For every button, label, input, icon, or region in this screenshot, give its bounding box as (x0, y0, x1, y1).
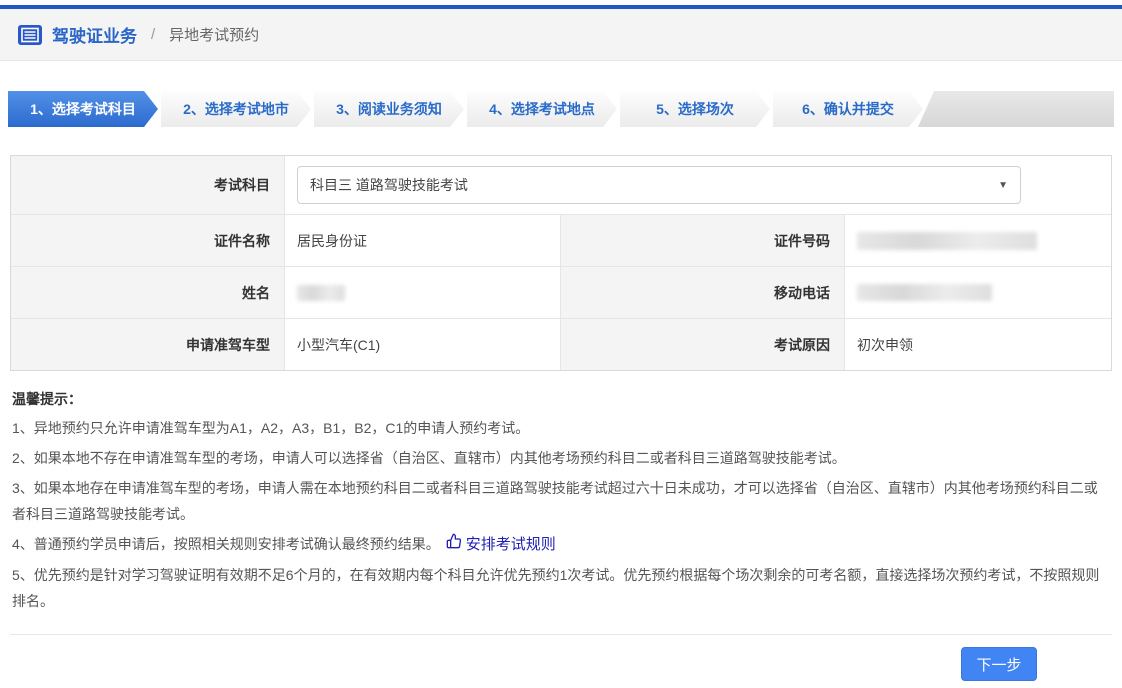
tip-item-1: 1、异地预约只允许申请准驾车型为A1，A2，A3，B1，B2，C1的申请人预约考… (12, 420, 530, 436)
id-type-label: 证件名称 (11, 214, 284, 266)
step-tab-4-select-site: 4、选择考试地点 (467, 91, 617, 127)
mobile-label: 移动电话 (561, 266, 844, 318)
step-tab-3-read-notice: 3、阅读业务须知 (314, 91, 464, 127)
application-form: 考试科目 科目三 道路驾驶技能考试 ▼ 证件名称 居民身份证 证件号码 姓名 移… (10, 155, 1112, 371)
step-tabs: 1、选择考试科目 2、选择考试地市 3、阅读业务须知 4、选择考试地点 5、选择… (8, 91, 1114, 127)
tips-section: 温馨提示： 1、异地预约只允许申请准驾车型为A1，A2，A3，B1，B2，C1的… (12, 389, 1110, 614)
tip-item-5: 5、优先预约是针对学习驾驶证明有效期不足6个月的，在有效期内每个科目允许优先预约… (12, 567, 1100, 609)
exam-subject-selected-value: 科目三 道路驾驶技能考试 (310, 177, 468, 193)
id-number-value (844, 214, 1111, 266)
exam-rules-link[interactable]: 安排考试规则 (440, 532, 556, 558)
id-type-value: 居民身份证 (284, 214, 561, 266)
redacted-mobile (857, 284, 992, 301)
breadcrumb-separator: / (151, 26, 156, 43)
vehicle-type-value: 小型汽车(C1) (284, 318, 561, 370)
redacted-id-number (857, 231, 1037, 250)
footer: 下一步 (0, 635, 1122, 681)
id-number-label: 证件号码 (561, 214, 844, 266)
exam-reason-label: 考试原因 (561, 318, 844, 370)
chevron-down-icon: ▼ (998, 179, 1008, 191)
list-icon (18, 24, 42, 45)
step-tab-2-select-city: 2、选择考试地市 (161, 91, 311, 127)
tip-item-2: 2、如果本地不存在申请准驾车型的考场，申请人可以选择省（自治区、直辖市）内其他考… (12, 450, 846, 466)
name-value (284, 266, 561, 318)
exam-subject-label: 考试科目 (11, 156, 284, 214)
tip-item-3: 3、如果本地存在申请准驾车型的考场，申请人需在本地预约科目二或者科目三道路驾驶技… (12, 480, 1098, 522)
step-tab-5-select-session: 5、选择场次 (620, 91, 770, 127)
breadcrumb-section[interactable]: 驾驶证业务 (52, 22, 137, 47)
step-tabs-filler (918, 91, 1114, 127)
redacted-name (297, 284, 345, 301)
exam-reason-value: 初次申领 (844, 318, 1111, 370)
exam-rules-link-label: 安排考试规则 (465, 536, 556, 553)
step-tab-1-select-subject[interactable]: 1、选择考试科目 (8, 91, 158, 127)
step-tab-6-confirm-submit: 6、确认并提交 (773, 91, 923, 127)
name-label: 姓名 (11, 266, 284, 318)
breadcrumb: 驾驶证业务 / 异地考试预约 (0, 9, 1122, 61)
exam-subject-cell: 科目三 道路驾驶技能考试 ▼ (284, 156, 1111, 214)
tip-item-4: 4、普通预约学员申请后，按照相关规则安排考试确认最终预约结果。 安排考试规则 (12, 531, 1110, 558)
next-step-button[interactable]: 下一步 (961, 647, 1037, 681)
mobile-value (844, 266, 1111, 318)
vehicle-type-label: 申请准驾车型 (11, 318, 284, 370)
tips-title: 温馨提示： (12, 391, 82, 407)
thumbs-up-icon (440, 532, 464, 558)
tip-item-4-text: 4、普通预约学员申请后，按照相关规则安排考试确认最终预约结果。 (12, 536, 440, 552)
breadcrumb-current: 异地考试预约 (169, 27, 260, 44)
exam-subject-select[interactable]: 科目三 道路驾驶技能考试 ▼ (297, 166, 1021, 204)
